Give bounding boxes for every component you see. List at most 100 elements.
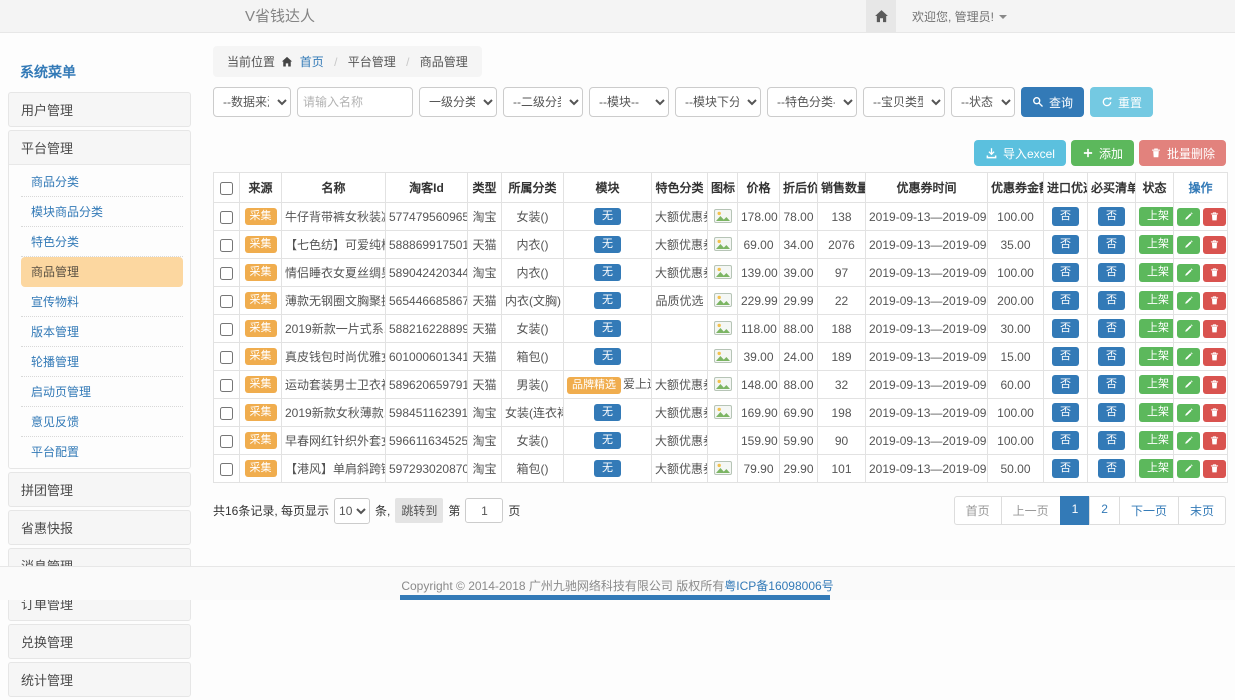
item-type-select[interactable]: --宝贝类型-- xyxy=(863,87,945,117)
sidebar-item[interactable]: 商品管理 xyxy=(21,257,183,287)
icp-link[interactable]: 粤ICP备16098006号 xyxy=(724,579,833,593)
page-button[interactable]: 首页 xyxy=(954,496,1002,525)
status-button[interactable]: 上架 xyxy=(1139,347,1174,366)
import-select-toggle[interactable]: 否 xyxy=(1052,319,1079,338)
query-button[interactable]: 查询 xyxy=(1021,87,1084,117)
page-button[interactable]: 下一页 xyxy=(1119,496,1179,525)
edit-button[interactable] xyxy=(1177,236,1200,254)
edit-button[interactable] xyxy=(1177,348,1200,366)
must-buy-toggle[interactable]: 否 xyxy=(1098,235,1125,254)
row-checkbox[interactable] xyxy=(220,351,233,364)
module-select[interactable]: --模块-- xyxy=(589,87,669,117)
page-button[interactable]: 1 xyxy=(1060,496,1091,525)
edit-button[interactable] xyxy=(1177,208,1200,226)
import-select-toggle[interactable]: 否 xyxy=(1052,375,1079,394)
page-number-input[interactable] xyxy=(465,498,503,523)
row-checkbox[interactable] xyxy=(220,463,233,476)
status-button[interactable]: 上架 xyxy=(1139,459,1174,478)
must-buy-toggle[interactable]: 否 xyxy=(1098,263,1125,282)
row-checkbox[interactable] xyxy=(220,239,233,252)
select-all-checkbox[interactable] xyxy=(220,182,233,195)
sidebar-item[interactable]: 平台配置 xyxy=(21,437,183,466)
edit-button[interactable] xyxy=(1177,264,1200,282)
must-buy-toggle[interactable]: 否 xyxy=(1098,431,1125,450)
delete-button[interactable] xyxy=(1203,292,1226,310)
row-checkbox[interactable] xyxy=(220,323,233,336)
sidebar-item[interactable]: 特色分类 xyxy=(21,227,183,257)
page-button[interactable]: 末页 xyxy=(1178,496,1226,525)
row-checkbox[interactable] xyxy=(220,211,233,224)
sidebar-group-header[interactable]: 用户管理 xyxy=(9,93,190,126)
module-subcategory-select[interactable]: --模块下分类-- xyxy=(675,87,761,117)
delete-button[interactable] xyxy=(1203,320,1226,338)
level1-category-select[interactable]: 一级分类 xyxy=(419,87,497,117)
row-checkbox[interactable] xyxy=(220,295,233,308)
must-buy-toggle[interactable]: 否 xyxy=(1098,319,1125,338)
must-buy-toggle[interactable]: 否 xyxy=(1098,207,1125,226)
status-button[interactable]: 上架 xyxy=(1139,207,1174,226)
reset-button[interactable]: 重置 xyxy=(1090,87,1153,117)
must-buy-toggle[interactable]: 否 xyxy=(1098,375,1125,394)
import-select-toggle[interactable]: 否 xyxy=(1052,207,1079,226)
level2-category-select[interactable]: --二级分类-- xyxy=(503,87,583,117)
batch-delete-button[interactable]: 批量删除 xyxy=(1139,140,1226,166)
sidebar-group-header[interactable]: 统计管理 xyxy=(9,663,190,696)
delete-button[interactable] xyxy=(1203,208,1226,226)
import-select-toggle[interactable]: 否 xyxy=(1052,459,1079,478)
edit-button[interactable] xyxy=(1177,292,1200,310)
import-select-toggle[interactable]: 否 xyxy=(1052,431,1079,450)
edit-button[interactable] xyxy=(1177,404,1200,422)
must-buy-toggle[interactable]: 否 xyxy=(1098,347,1125,366)
user-menu[interactable]: 欢迎您, 管理员! xyxy=(912,8,1007,25)
import-select-toggle[interactable]: 否 xyxy=(1052,291,1079,310)
breadcrumb-home-link[interactable]: 首页 xyxy=(300,55,324,69)
status-button[interactable]: 上架 xyxy=(1139,431,1174,450)
must-buy-toggle[interactable]: 否 xyxy=(1098,291,1125,310)
import-select-toggle[interactable]: 否 xyxy=(1052,347,1079,366)
sidebar-item[interactable]: 意见反馈 xyxy=(21,407,183,437)
import-select-toggle[interactable]: 否 xyxy=(1052,235,1079,254)
status-button[interactable]: 上架 xyxy=(1139,235,1174,254)
edit-button[interactable] xyxy=(1177,460,1200,478)
import-select-toggle[interactable]: 否 xyxy=(1052,263,1079,282)
must-buy-toggle[interactable]: 否 xyxy=(1098,403,1125,422)
edit-button[interactable] xyxy=(1177,376,1200,394)
import-select-toggle[interactable]: 否 xyxy=(1052,403,1079,422)
row-checkbox[interactable] xyxy=(220,379,233,392)
delete-button[interactable] xyxy=(1203,264,1226,282)
status-button[interactable]: 上架 xyxy=(1139,263,1174,282)
delete-button[interactable] xyxy=(1203,236,1226,254)
jump-button[interactable]: 跳转到 xyxy=(395,498,443,523)
sidebar-group-header[interactable]: 兑换管理 xyxy=(9,625,190,658)
status-button[interactable]: 上架 xyxy=(1139,291,1174,310)
edit-button[interactable] xyxy=(1177,432,1200,450)
status-button[interactable]: 上架 xyxy=(1139,375,1174,394)
data-source-select[interactable]: --数据来源-- xyxy=(213,87,291,117)
sidebar-item[interactable]: 轮播管理 xyxy=(21,347,183,377)
must-buy-toggle[interactable]: 否 xyxy=(1098,459,1125,478)
row-checkbox[interactable] xyxy=(220,407,233,420)
delete-button[interactable] xyxy=(1203,348,1226,366)
name-search-input[interactable] xyxy=(297,87,413,117)
sidebar-item[interactable]: 模块商品分类 xyxy=(21,197,183,227)
sidebar-group-header[interactable]: 拼团管理 xyxy=(9,473,190,506)
sidebar-item[interactable]: 版本管理 xyxy=(21,317,183,347)
status-button[interactable]: 上架 xyxy=(1139,319,1174,338)
per-page-select[interactable]: 10 xyxy=(334,498,370,524)
delete-button[interactable] xyxy=(1203,432,1226,450)
status-button[interactable]: 上架 xyxy=(1139,403,1174,422)
sidebar-item[interactable]: 商品分类 xyxy=(21,167,183,197)
page-button[interactable]: 上一页 xyxy=(1001,496,1061,525)
home-button[interactable] xyxy=(866,0,896,33)
sidebar-group-header[interactable]: 平台管理 xyxy=(9,131,190,164)
status-select[interactable]: --状态-- xyxy=(951,87,1015,117)
edit-button[interactable] xyxy=(1177,320,1200,338)
delete-button[interactable] xyxy=(1203,404,1226,422)
import-excel-button[interactable]: 导入excel xyxy=(974,140,1066,166)
row-checkbox[interactable] xyxy=(220,267,233,280)
row-checkbox[interactable] xyxy=(220,435,233,448)
delete-button[interactable] xyxy=(1203,460,1226,478)
delete-button[interactable] xyxy=(1203,376,1226,394)
add-button[interactable]: 添加 xyxy=(1071,140,1134,166)
page-button[interactable]: 2 xyxy=(1089,496,1120,525)
